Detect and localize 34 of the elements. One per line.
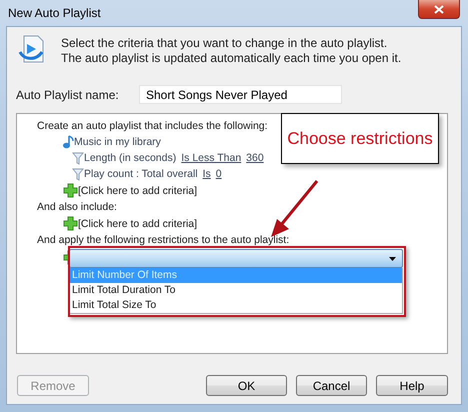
criteria-label: Play count : Total overall xyxy=(84,168,198,180)
operator-link[interactable]: Is Less Than xyxy=(181,152,242,164)
section-heading: And apply the following restrictions to the auto playlist: xyxy=(37,234,290,246)
criteria-label: Length (in seconds) xyxy=(84,152,176,164)
callout: Choose restrictions xyxy=(281,113,439,164)
playlist-name-field[interactable]: Short Songs Never Played xyxy=(139,85,342,104)
caret-icon xyxy=(389,256,396,260)
filter-icon xyxy=(72,152,84,164)
section-heading: Create an auto playlist that includes the following: xyxy=(37,120,268,132)
add-icon xyxy=(63,183,78,198)
add-criteria-link[interactable]: [Click here to add criteria] xyxy=(78,218,198,230)
filter-icon xyxy=(72,168,84,180)
dropdown-option[interactable]: Limit Total Size To xyxy=(70,298,402,313)
arrow xyxy=(271,180,318,237)
dialog-button[interactable]: OK xyxy=(206,375,287,396)
add-criteria-link[interactable]: [Click here to add criteria] xyxy=(78,184,198,196)
description-text: Select the criteria that you want to change in the auto playlist. xyxy=(61,36,388,50)
dialog-button[interactable]: Help xyxy=(376,375,448,396)
description-text: The auto playlist is updated automatically each time you open it. xyxy=(61,51,402,65)
field-label: Auto Playlist name: xyxy=(16,88,120,102)
dropdown-option[interactable]: Limit Total Duration To xyxy=(70,283,402,298)
close-button[interactable] xyxy=(418,0,460,19)
window-title: New Auto Playlist xyxy=(7,5,102,20)
dialog-button[interactable]: Cancel xyxy=(296,375,367,396)
music-note-icon xyxy=(62,135,74,149)
playlist-icon xyxy=(18,35,45,64)
value-link[interactable]: 360 xyxy=(246,152,264,164)
restriction-dropdown[interactable] xyxy=(69,249,403,268)
section-heading: And also include: xyxy=(37,201,117,213)
criteria-source: Music in my library xyxy=(74,136,161,148)
close-icon xyxy=(434,4,444,14)
value-link[interactable]: 0 xyxy=(216,168,222,180)
operator-link[interactable]: Is xyxy=(202,168,211,180)
add-icon xyxy=(63,216,78,231)
